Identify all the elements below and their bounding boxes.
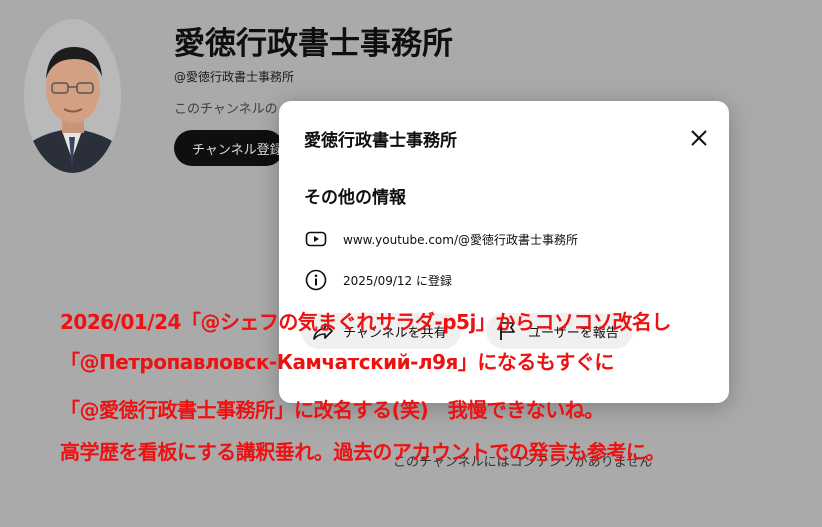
- youtube-icon: [304, 227, 328, 251]
- subscribe-button[interactable]: チャンネル登録: [174, 130, 284, 166]
- annotation-line-1: 2026/01/24「@シェフの気まぐれサラダ-p5j」からコソコソ改名し: [60, 310, 671, 334]
- channel-description[interactable]: このチャンネルの: [174, 98, 278, 117]
- annotation-line-3: 「@愛徳行政書士事務所」に改名する(笑) 我慢できないね。: [60, 398, 604, 422]
- joined-date: 2025/09/12 に登録: [343, 273, 452, 288]
- close-icon: [691, 130, 707, 146]
- close-button[interactable]: [682, 121, 716, 155]
- channel-title: 愛徳行政書士事務所: [174, 26, 453, 62]
- channel-url-row[interactable]: www.youtube.com/@愛徳行政書士事務所: [304, 227, 578, 251]
- annotation-line-4: 高学歴を看板にする講釈垂れ。過去のアカウントでの発言も参考に。: [60, 440, 665, 464]
- channel-avatar: [24, 19, 121, 173]
- dialog-title: 愛徳行政書士事務所: [304, 131, 457, 151]
- channel-url[interactable]: www.youtube.com/@愛徳行政書士事務所: [343, 231, 578, 248]
- subscribe-label: チャンネル登録: [192, 142, 283, 158]
- annotation-line-2: 「@Петропавловск-Камчатский-л9я」になるもすぐに: [60, 350, 614, 374]
- joined-date-row: 2025/09/12 に登録: [304, 268, 452, 292]
- info-icon: [304, 268, 328, 292]
- channel-handle: @愛徳行政書士事務所: [174, 70, 295, 84]
- more-info-heading: その他の情報: [304, 188, 406, 208]
